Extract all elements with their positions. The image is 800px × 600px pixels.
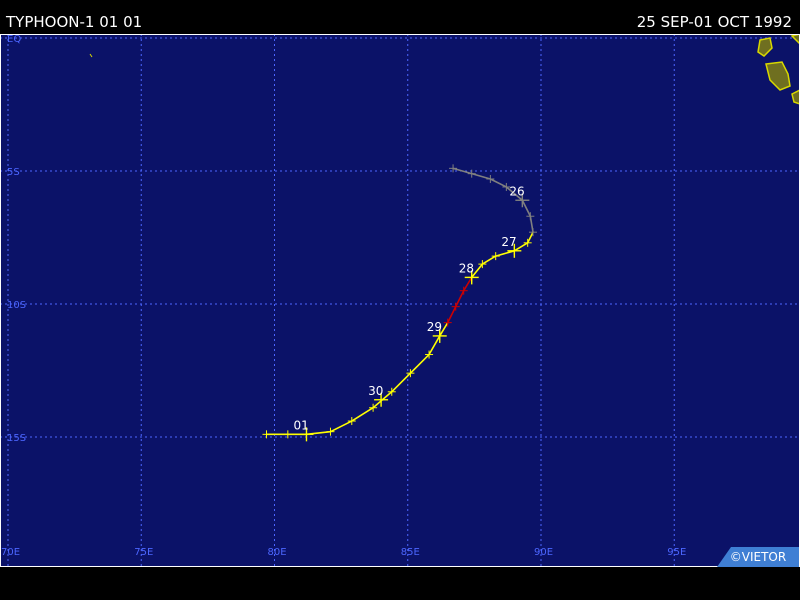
- lon-label: 80E: [268, 547, 287, 558]
- lat-label: 5S: [7, 167, 20, 178]
- header-bar: TYPHOON-1 01 01 25 SEP-01 OCT 1992: [0, 0, 800, 34]
- credit-badge: ©VIETOR: [717, 547, 799, 567]
- footer-bar: [0, 567, 800, 600]
- lon-label: 90E: [534, 547, 553, 558]
- lon-label: 75E: [134, 547, 153, 558]
- day-label: 28: [459, 261, 474, 275]
- storm-title: TYPHOON-1 01 01: [6, 13, 143, 31]
- lat-label: 15S: [7, 433, 26, 444]
- date-range: 25 SEP-01 OCT 1992: [636, 13, 792, 31]
- day-label: 27: [501, 235, 516, 249]
- lat-label: EQ: [7, 34, 21, 45]
- day-label: 26: [509, 184, 524, 198]
- track-map: 26 27 28 29 30 01 EQ 5S 10S 15S 70E 75E 80E 85E 90E 95…: [0, 34, 800, 567]
- day-label: 29: [427, 320, 442, 334]
- day-label: 01: [293, 418, 308, 432]
- lon-label: 95E: [667, 547, 686, 558]
- day-label: 30: [368, 384, 383, 398]
- lon-label: 85E: [401, 547, 420, 558]
- lon-label: 70E: [1, 547, 20, 558]
- lat-label: 10S: [7, 300, 26, 311]
- ocean-background: [0, 34, 800, 567]
